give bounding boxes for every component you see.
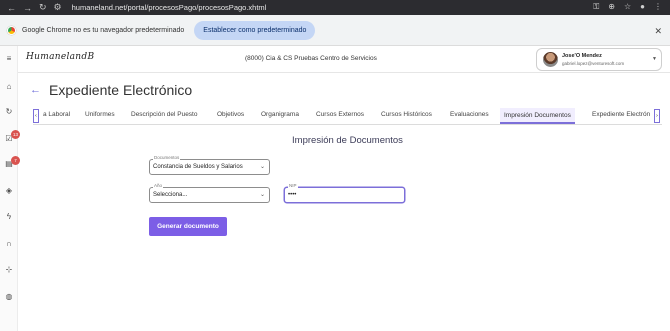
bookmark-star-icon[interactable]: ☆: [624, 2, 631, 12]
tab-trayectoria-laboral[interactable]: a Laboral: [43, 111, 70, 118]
user-email: gabriel.lopez@venturesoft.com: [562, 61, 625, 66]
reload-icon[interactable]: ↻: [39, 2, 47, 13]
tab-organigrama[interactable]: Organigrama: [261, 111, 299, 118]
tab-objetivos[interactable]: Objetivos: [217, 111, 244, 118]
tab-scroll-right-icon[interactable]: ›: [654, 109, 660, 123]
site-info-icon[interactable]: ⚙: [54, 2, 62, 13]
tab-descripcion-puesto[interactable]: Descripción del Puesto: [131, 111, 197, 118]
default-browser-infobar: Google Chrome no es tu navegador predete…: [0, 15, 670, 46]
company-name: (8000) Cia & CS Pruebas Centro de Servic…: [245, 55, 377, 62]
documentos-value: Constancia de Sueldos y Salarios: [153, 163, 243, 170]
profile-icon[interactable]: ●: [640, 2, 645, 12]
back-arrow-icon[interactable]: ←: [7, 3, 16, 13]
generate-document-button[interactable]: Generar documento: [149, 217, 227, 236]
documentos-label: Documentos: [153, 155, 181, 160]
menu-kebab-icon[interactable]: ⋮: [654, 2, 662, 12]
nip-label: NIP: [288, 183, 298, 188]
user-menu[interactable]: Jose'O Mendez gabriel.lopez@venturesoft.…: [536, 48, 662, 71]
payroll-icon[interactable]: ↻: [4, 107, 14, 117]
documents-badge: 7: [11, 156, 20, 165]
page-title: Expediente Electrónico: [49, 82, 193, 98]
tab-cursos-historicos[interactable]: Cursos Históricos: [381, 111, 432, 118]
zoom-icon[interactable]: ⊕: [608, 2, 615, 12]
app-header: HumanelandB (8000) Cia & CS Pruebas Cent…: [18, 46, 670, 73]
ano-label: Año: [153, 183, 164, 188]
chevron-down-icon: ⌄: [259, 192, 265, 198]
close-icon[interactable]: ✕: [654, 26, 662, 37]
chrome-logo-icon: [7, 25, 16, 35]
chevron-down-icon: ⌄: [259, 164, 265, 170]
home-icon[interactable]: ⌂: [4, 82, 14, 92]
back-arrow-icon[interactable]: ←: [30, 84, 41, 96]
tab-bar: ‹ a Laboral Uniformes Descripción del Pu…: [33, 108, 662, 125]
ano-select[interactable]: Año Selecciona... ⌄: [149, 183, 270, 203]
forward-arrow-icon[interactable]: →: [23, 3, 32, 13]
globe-icon[interactable]: ◍: [4, 292, 14, 302]
box-icon[interactable]: ◈: [4, 186, 14, 196]
set-default-browser-button[interactable]: Establecer como predeterminado: [194, 20, 316, 40]
tab-uniformes[interactable]: Uniformes: [85, 111, 115, 118]
documentos-select[interactable]: Documentos Constancia de Sueldos y Salar…: [149, 155, 270, 175]
tab-evaluaciones[interactable]: Evaluaciones: [450, 111, 489, 118]
tab-scroll-left-icon[interactable]: ‹: [33, 109, 39, 123]
tab-impresion-documentos[interactable]: Impresión Documentos: [500, 108, 575, 124]
chevron-down-icon: ▼: [652, 56, 657, 62]
avatar: [543, 52, 558, 67]
tab-cursos-externos[interactable]: Cursos Externos: [316, 111, 364, 118]
browser-toolbar: ← → ↻ ⚙ humaneland.net/portal/procesosPa…: [0, 0, 670, 15]
user-name: Jose'O Mendez: [562, 53, 602, 59]
lightning-icon[interactable]: ϟ: [4, 212, 14, 222]
tab-expediente-electronico[interactable]: Expediente Electrón: [592, 111, 650, 118]
hamburger-menu-icon[interactable]: ≡: [4, 54, 14, 64]
address-bar[interactable]: humaneland.net/portal/procesosPago/proce…: [72, 3, 267, 12]
nip-field[interactable]: NIP ••••: [284, 183, 405, 203]
app-sidebar: ≡ ⌂ ↻ ☑ 13 ▤ 7 ◈ ϟ ∩ ⊹ ◍: [0, 46, 20, 331]
section-title: Impresión de Documentos: [292, 135, 403, 146]
page-heading: ← Expediente Electrónico: [30, 82, 192, 98]
headset-icon[interactable]: ∩: [4, 239, 14, 249]
nip-value: ••••: [288, 191, 297, 198]
humaneland-logo[interactable]: HumanelandB: [26, 52, 94, 62]
key-icon[interactable]: ⚿: [593, 2, 599, 12]
infobar-message: Google Chrome no es tu navegador predete…: [22, 26, 185, 34]
org-chart-icon[interactable]: ⊹: [4, 265, 14, 275]
ano-value: Selecciona...: [153, 191, 188, 198]
